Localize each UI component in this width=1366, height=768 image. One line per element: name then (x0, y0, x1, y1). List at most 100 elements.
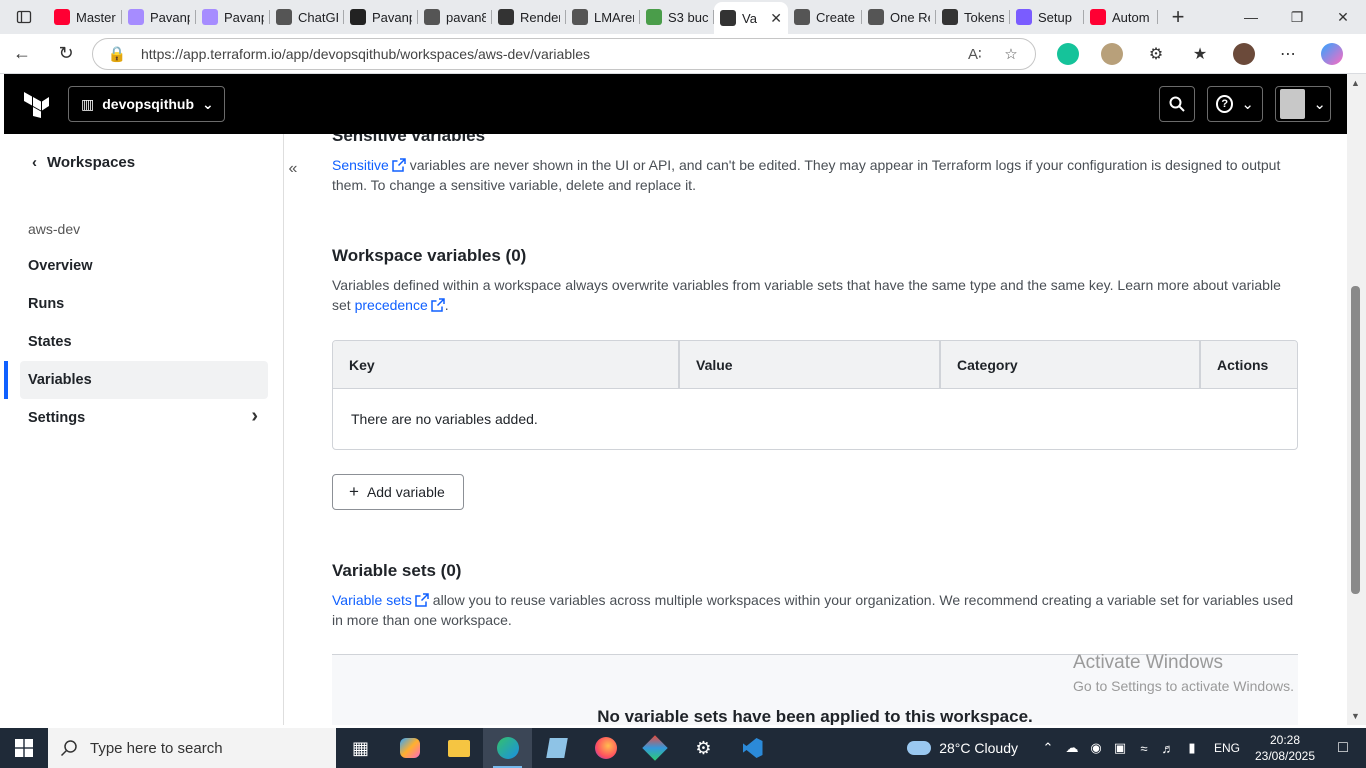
clock[interactable]: 20:28 23/08/2025 (1250, 732, 1320, 764)
user-avatar (1280, 89, 1306, 119)
maximize-icon[interactable]: ❐ (1274, 0, 1320, 34)
close-tab-icon[interactable]: ✕ (770, 10, 782, 27)
grid-icon (572, 9, 588, 25)
sensitive-docs-link[interactable]: Sensitive (332, 157, 406, 173)
scroll-down-icon[interactable]: ▼ (1351, 711, 1360, 721)
grammarly-extension-icon[interactable] (1046, 34, 1090, 74)
scrollbar-thumb[interactable] (1351, 286, 1360, 594)
sidebar-item-overview[interactable]: Overview (20, 247, 268, 285)
display-icon[interactable]: ▣ (1108, 740, 1132, 756)
watermark-line-1: Activate Windows (1073, 652, 1223, 673)
back-button[interactable]: ← (0, 34, 44, 74)
settings-gear-icon[interactable]: ⚙ (679, 728, 728, 768)
favorites-icon[interactable]: ★ (1178, 34, 1222, 74)
scroll-up-icon[interactable]: ▲ (1351, 78, 1360, 88)
notifications-icon[interactable]: □ (1320, 739, 1366, 757)
browser-tab[interactable]: S3 buck (640, 3, 714, 31)
read-aloud-icon[interactable]: A∶ (963, 45, 987, 63)
browser-tab-label: Pavanp (372, 9, 412, 25)
search-placeholder: Type here to search (90, 739, 223, 757)
language-indicator[interactable]: ENG (1204, 741, 1250, 755)
volume-icon[interactable]: ♬ (1156, 741, 1180, 756)
browser-tab[interactable]: LMArer (566, 3, 640, 31)
sidebar-item-variables[interactable]: Variables (4, 361, 268, 399)
browser-tab[interactable]: Pavanp (344, 3, 418, 31)
s3-icon (646, 9, 662, 25)
external-link-icon (431, 298, 445, 312)
terraform-logo-icon (24, 92, 49, 118)
help-menu-button[interactable]: ? ⌄ (1207, 86, 1263, 122)
browser-tab[interactable]: Tokens (936, 3, 1010, 31)
task-view-icon[interactable]: ▦ (336, 728, 385, 768)
add-variable-button[interactable]: + Add variable (332, 474, 464, 510)
edge-browser-icon[interactable] (483, 728, 532, 768)
browser-tab-bar: Master Pavanp Pavanp ChatGP Pavanp pavan8 Rend… (0, 0, 1366, 34)
sidebar-item-runs[interactable]: Runs (20, 285, 268, 323)
windows-logo-icon (15, 739, 33, 757)
youtube-icon (54, 9, 70, 25)
taskbar-search[interactable]: Type here to search (48, 728, 336, 768)
browser-tab[interactable]: Setup (1010, 3, 1084, 31)
cloud-sync-icon[interactable]: ☁ (1060, 740, 1084, 756)
copilot-app-icon[interactable] (385, 728, 434, 768)
vscode-icon[interactable] (728, 728, 777, 768)
tray-app-icon[interactable]: ◉ (1084, 740, 1108, 756)
reload-icon: ↻ (58, 43, 74, 63)
browser-tab[interactable]: Master (48, 3, 122, 31)
reload-button[interactable]: ↻ (44, 34, 88, 74)
app-icon[interactable] (630, 728, 679, 768)
search-button[interactable] (1159, 86, 1195, 122)
user-menu-button[interactable]: ⌄ (1275, 86, 1331, 122)
sidebar-nav: Overview Runs States Variables Settings › (4, 247, 268, 437)
chevron-right-icon: › (251, 405, 258, 427)
browser-tab-label: pavan8 (446, 9, 486, 25)
variable-sets-empty-title: No variable sets have been applied to th… (597, 707, 1033, 725)
new-tab-button[interactable]: + (1158, 4, 1198, 30)
back-to-workspaces-link[interactable]: ‹ Workspaces (32, 154, 135, 171)
sidebar-item-settings[interactable]: Settings › (20, 399, 268, 437)
site-info-icon[interactable]: 🔒 (105, 45, 129, 63)
browser-tab[interactable]: Pavanp (196, 3, 270, 31)
browser-tab[interactable]: pavan8 (418, 3, 492, 31)
browser-tab[interactable]: Render (492, 3, 566, 31)
notes-app-icon[interactable] (532, 728, 581, 768)
search-icon (60, 740, 77, 757)
search-icon (1169, 96, 1185, 112)
firefox-icon[interactable] (581, 728, 630, 768)
sidebar-item-states[interactable]: States (20, 323, 268, 361)
terraform-logo[interactable] (4, 74, 68, 134)
address-bar[interactable]: 🔒 https://app.terraform.io/app/devopsqit… (92, 37, 1036, 70)
tab-actions-button[interactable] (0, 0, 48, 34)
page-scrollbar[interactable]: ▲ ▼ (1347, 74, 1366, 725)
precedence-docs-link[interactable]: precedence (355, 297, 445, 313)
start-button[interactable] (0, 728, 48, 768)
variable-sets-docs-link[interactable]: Variable sets (332, 592, 429, 608)
globe-icon (424, 9, 440, 25)
sensitive-link-text: Sensitive (332, 157, 389, 173)
browser-tab[interactable]: ChatGP (270, 3, 344, 31)
browser-tab[interactable]: Autom (1084, 3, 1158, 31)
close-window-icon[interactable]: ✕ (1320, 0, 1366, 34)
file-explorer-icon[interactable] (434, 728, 483, 768)
wifi-icon[interactable]: ≈ (1132, 741, 1156, 756)
org-switcher[interactable]: ▥ devopsqithub ⌄ (68, 86, 225, 122)
browser-tab[interactable]: Pavanp (122, 3, 196, 31)
arrow-left-icon: ← (13, 43, 31, 63)
copilot-icon[interactable] (1310, 34, 1354, 74)
workspace-variables-text: Variables defined within a workspace alw… (332, 277, 1281, 313)
browser-tab[interactable]: Create (788, 3, 862, 31)
more-menu-icon[interactable]: ⋯ (1266, 34, 1310, 74)
sensitive-variables-title: Sensitive variables (332, 134, 486, 145)
chevron-up-icon[interactable]: ⌃ (1036, 740, 1060, 756)
browser-tab[interactable]: Va ✕ (714, 2, 788, 34)
extension-icon[interactable] (1090, 34, 1134, 74)
watermark-line-2: Go to Settings to activate Windows. (1073, 678, 1294, 694)
favorite-star-icon[interactable]: ☆ (999, 45, 1023, 63)
profile-avatar-icon[interactable] (1222, 34, 1266, 74)
url-text[interactable]: https://app.terraform.io/app/devopsqithu… (141, 46, 951, 62)
minimize-icon[interactable]: — (1228, 0, 1274, 34)
extensions-puzzle-icon[interactable]: ⚙ (1134, 34, 1178, 74)
weather-widget[interactable]: 28°C Cloudy (907, 740, 1036, 756)
browser-tab[interactable]: One Re (862, 3, 936, 31)
battery-icon[interactable]: ▮ (1180, 740, 1204, 756)
